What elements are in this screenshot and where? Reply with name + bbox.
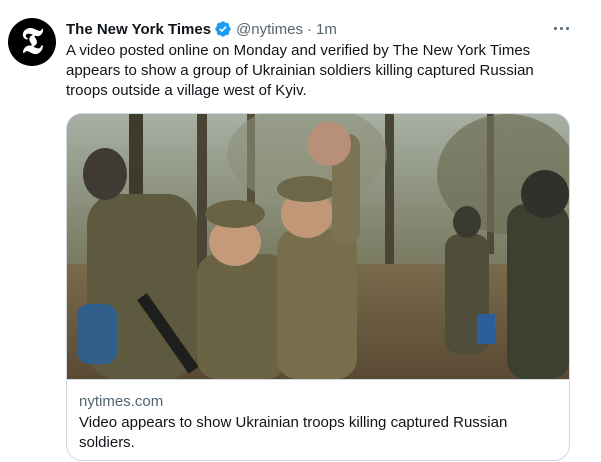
separator-dot: · [306, 20, 312, 38]
tweet[interactable]: 𝕿 The New York Times @nytimes · 1m A vid… [0, 0, 601, 462]
tweet-text: A video posted online on Monday and veri… [66, 42, 534, 99]
tweet-timestamp[interactable]: 1m [316, 21, 337, 38]
link-card[interactable]: nytimes.com Video appears to show Ukrain… [66, 113, 570, 461]
author-handle[interactable]: @nytimes [236, 21, 303, 38]
author-name[interactable]: The New York Times [66, 21, 211, 38]
card-title: Video appears to show Ukrainian troops k… [79, 414, 508, 451]
avatar[interactable]: 𝕿 [8, 18, 56, 66]
avatar-logo: 𝕿 [20, 19, 44, 62]
card-video-thumbnail[interactable] [67, 114, 569, 379]
more-options-icon[interactable] [549, 18, 573, 38]
verified-badge-icon [214, 20, 232, 38]
tweet-header: The New York Times @nytimes · 1m [66, 19, 337, 39]
card-domain: nytimes.com [79, 393, 164, 410]
card-divider [67, 379, 569, 380]
